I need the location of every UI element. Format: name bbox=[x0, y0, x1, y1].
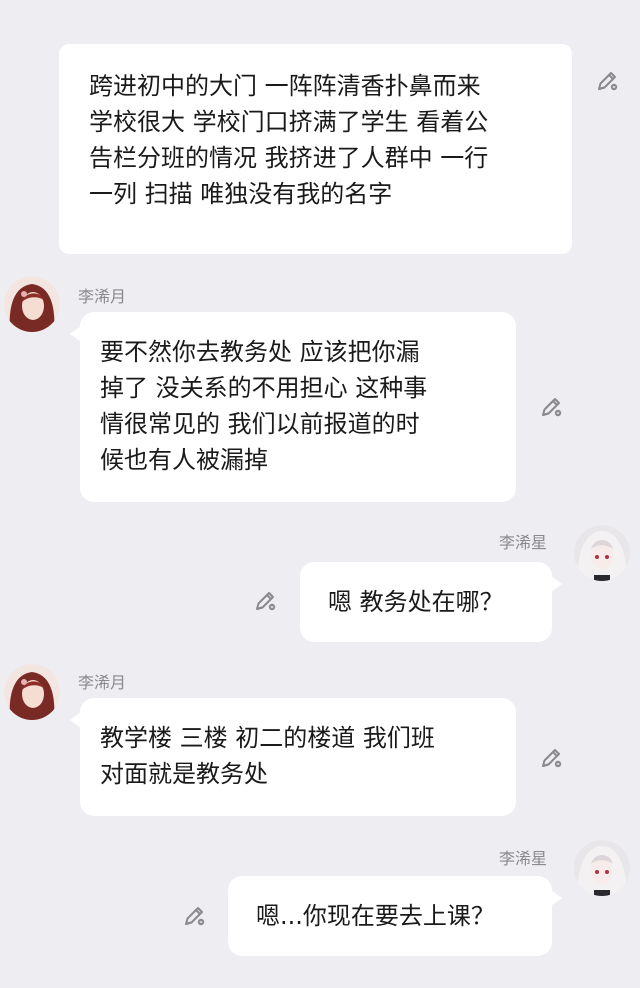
avatar-right[interactable] bbox=[574, 525, 630, 581]
pencil-edit-icon[interactable] bbox=[594, 68, 620, 94]
narration-bubble: 跨进初中的大门 一阵阵清香扑鼻而来 学校很大 学校门口挤满了学生 看着公 告栏分… bbox=[59, 44, 572, 254]
message-bubble: 教学楼 三楼 初二的楼道 我们班 对面就是教务处 bbox=[70, 698, 516, 816]
sender-name: 李浠月 bbox=[78, 673, 127, 692]
avatar-left[interactable] bbox=[4, 276, 60, 332]
pencil-edit-icon[interactable] bbox=[252, 588, 278, 614]
message-bubble: 嗯 教务处在哪？ bbox=[300, 562, 562, 642]
avatar-right[interactable] bbox=[574, 840, 630, 896]
message-bubble: 嗯...你现在要去上课？ bbox=[228, 876, 562, 956]
sender-name: 李浠月 bbox=[78, 287, 127, 306]
sender-name: 李浠星 bbox=[499, 533, 548, 552]
avatar-left[interactable] bbox=[4, 664, 60, 720]
pencil-edit-icon[interactable] bbox=[538, 745, 564, 771]
pencil-edit-icon[interactable] bbox=[538, 394, 564, 420]
pencil-edit-icon[interactable] bbox=[181, 903, 207, 929]
sender-name: 李浠星 bbox=[499, 849, 548, 868]
message-bubble: 要不然你去教务处 应该把你漏 掉了 没关系的不用担心 这种事 情很常见的 我们以… bbox=[70, 312, 516, 502]
